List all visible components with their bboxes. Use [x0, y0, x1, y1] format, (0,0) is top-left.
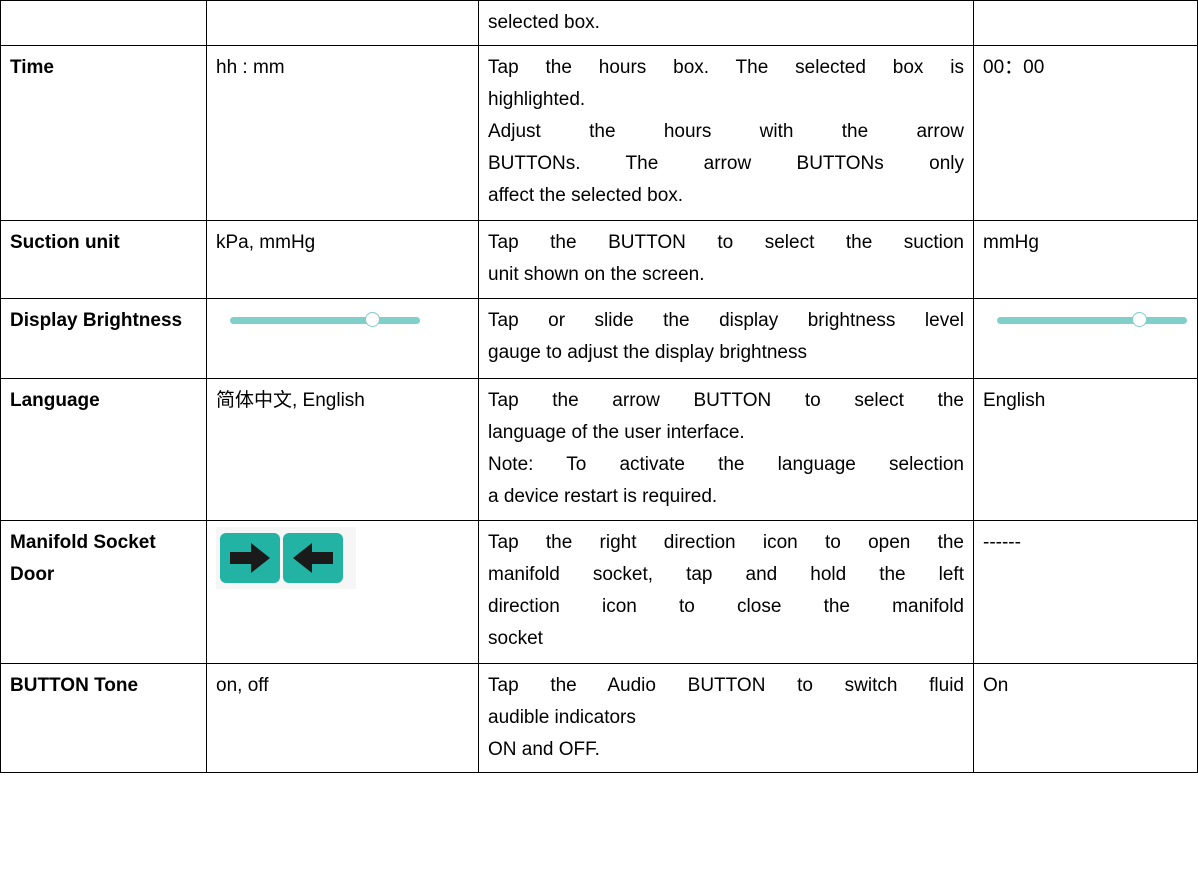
setting-options: on, off — [206, 663, 479, 773]
setting-description: Tap the arrow BUTTON to select the langu… — [478, 378, 974, 521]
slider-track — [997, 317, 1187, 324]
description-line: audible indicators — [488, 707, 636, 728]
setting-description: Tap the hours box. The selected box is h… — [478, 45, 974, 221]
description-line: socket — [488, 628, 543, 649]
setting-name: Display Brightness — [0, 298, 207, 379]
table-row: Time hh : mm Tap the hours box. The sele… — [0, 45, 1198, 221]
description-line: direction icon to close the manifold — [488, 596, 964, 617]
setting-name — [0, 0, 207, 46]
settings-table: selected box. Time hh : mm Tap the hours… — [0, 0, 1198, 773]
description-line: Tap the arrow BUTTON to select the — [488, 390, 964, 411]
description-line: Tap the right direction icon to open the — [488, 532, 964, 553]
description-line: Tap the BUTTON to select the suction — [488, 232, 964, 253]
brightness-slider[interactable] — [216, 305, 420, 337]
setting-default: 00：00 — [973, 45, 1198, 221]
brightness-slider-default[interactable] — [983, 305, 1187, 337]
setting-default — [973, 0, 1198, 46]
description-line: gauge to adjust the display brightness — [488, 342, 807, 363]
setting-name: Manifold Socket Door — [0, 520, 207, 664]
setting-default — [973, 298, 1198, 379]
setting-default: mmHg — [973, 220, 1198, 299]
description-line: unit shown on the screen. — [488, 264, 705, 285]
table-row: Manifold Socket Door Tap the right direc… — [0, 520, 1198, 664]
right-arrow-icon — [230, 543, 270, 573]
setting-default: English — [973, 378, 1198, 521]
open-socket-button[interactable] — [220, 533, 280, 583]
description-line: Tap or slide the display brightness leve… — [488, 310, 964, 331]
description-line: Tap the hours box. The selected box is — [488, 57, 964, 78]
description-line: highlighted. — [488, 89, 586, 110]
setting-options: hh : mm — [206, 45, 479, 221]
setting-description: Tap the BUTTON to select the suction uni… — [478, 220, 974, 299]
slider-knob[interactable] — [365, 312, 380, 327]
table-row: Language 简体中文, English Tap the arrow BUT… — [0, 378, 1198, 521]
setting-description: selected box. — [478, 0, 974, 46]
description-line: ON and OFF. — [488, 739, 600, 760]
description-line: selected box. — [488, 12, 600, 33]
close-socket-button[interactable] — [283, 533, 343, 583]
slider-track — [230, 317, 420, 324]
setting-description: Tap the right direction icon to open the… — [478, 520, 974, 664]
setting-description: Tap the Audio BUTTON to switch fluid aud… — [478, 663, 974, 773]
left-arrow-icon — [293, 543, 333, 573]
setting-options — [206, 520, 479, 664]
description-line: a device restart is required. — [488, 486, 718, 507]
description-line: BUTTONs. The arrow BUTTONs only — [488, 153, 964, 174]
setting-options: kPa, mmHg — [206, 220, 479, 299]
setting-name: Suction unit — [0, 220, 207, 299]
setting-default: On — [973, 663, 1198, 773]
description-line: Tap the Audio BUTTON to switch fluid — [488, 675, 964, 696]
setting-options: 简体中文, English — [206, 378, 479, 521]
setting-name: Language — [0, 378, 207, 521]
description-line: manifold socket, tap and hold the left — [488, 564, 964, 585]
setting-default: ------ — [973, 520, 1198, 664]
setting-description: Tap or slide the display brightness leve… — [478, 298, 974, 379]
table-row: Suction unit kPa, mmHg Tap the BUTTON to… — [0, 220, 1198, 299]
table-row: BUTTON Tone on, off Tap the Audio BUTTON… — [0, 663, 1198, 773]
description-line: Note: To activate the language selection — [488, 454, 964, 475]
setting-name: BUTTON Tone — [0, 663, 207, 773]
setting-options — [206, 0, 479, 46]
setting-options — [206, 298, 479, 379]
table-row: selected box. — [0, 0, 1198, 46]
description-line: language of the user interface. — [488, 422, 745, 443]
socket-door-controls — [216, 527, 356, 589]
slider-knob[interactable] — [1132, 312, 1147, 327]
description-line: Adjust the hours with the arrow — [488, 121, 964, 142]
description-line: affect the selected box. — [488, 185, 684, 206]
table-row: Display Brightness Tap or slide the disp… — [0, 298, 1198, 379]
setting-name: Time — [0, 45, 207, 221]
